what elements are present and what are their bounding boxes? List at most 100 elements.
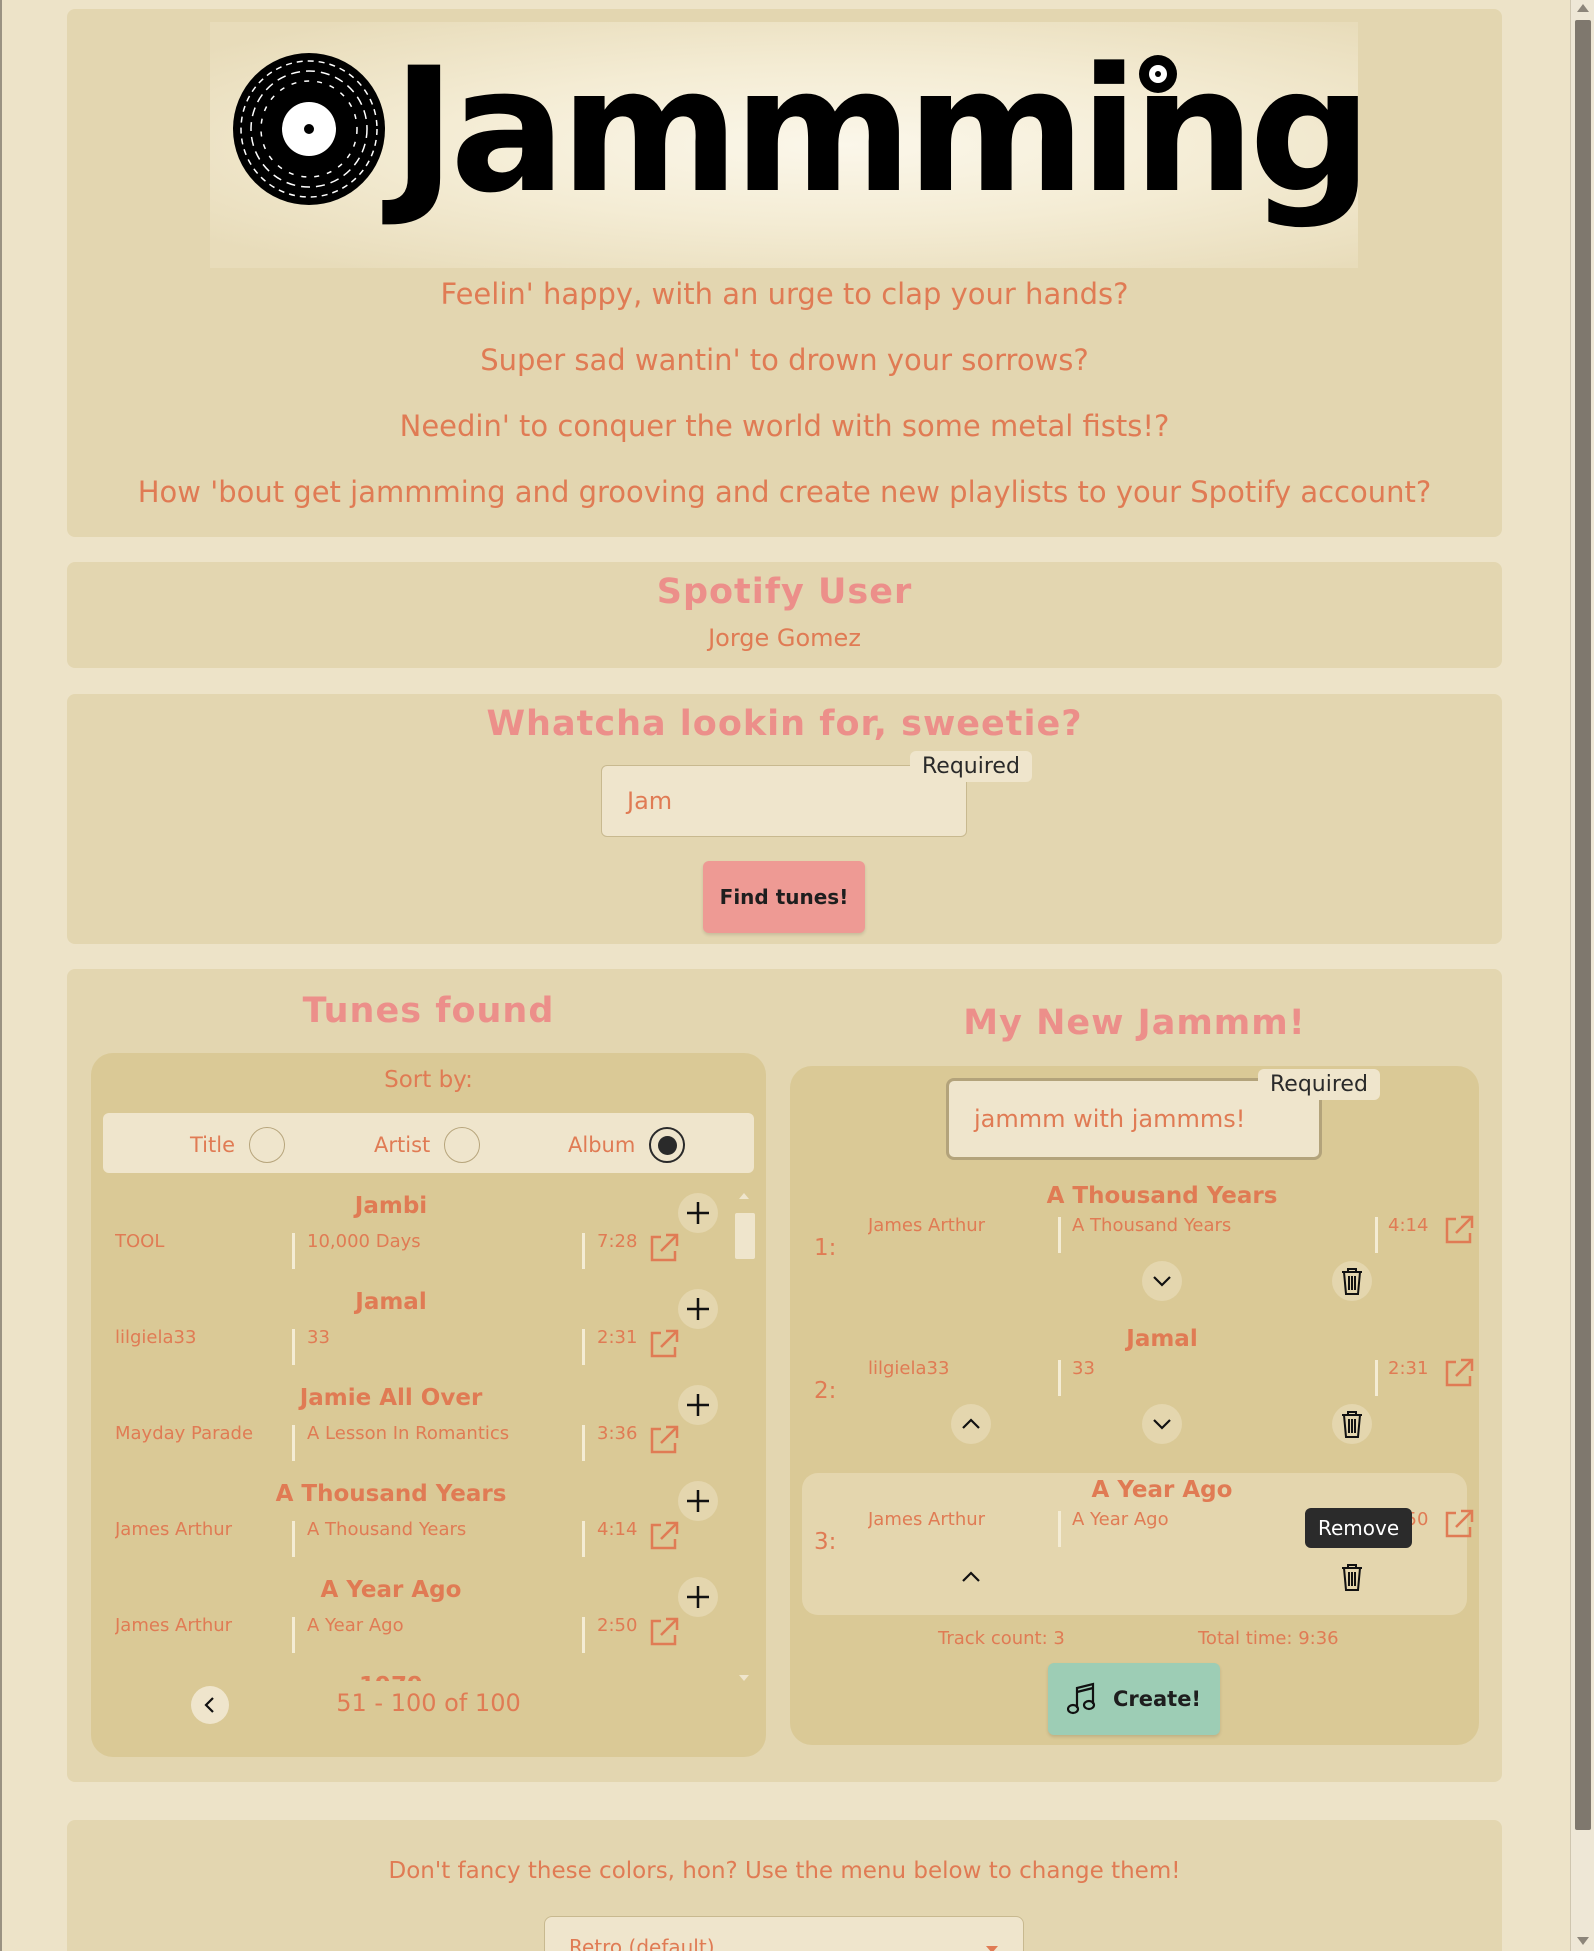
scroll-down-arrow-icon[interactable] (739, 1675, 749, 1681)
divider (582, 1521, 585, 1557)
create-button-label: Create! (1112, 1687, 1202, 1711)
chevron-down-icon (1153, 1419, 1171, 1430)
sort-album-radio[interactable] (649, 1127, 686, 1163)
track-number: 3: (814, 1529, 837, 1555)
user-heading: Spotify User (656, 572, 913, 612)
divider (292, 1521, 295, 1557)
result-track: Jamie All Over Mayday Parade A Lesson In… (91, 1385, 766, 1481)
playlist-track: 1: A Thousand Years James Arthur A Thous… (802, 1183, 1474, 1313)
track-count: Track count: 3 (938, 1628, 1065, 1649)
sort-option-title-label: Title (190, 1133, 236, 1157)
chevron-up-icon (962, 1418, 980, 1429)
sort-label: Sort by: (384, 1067, 473, 1093)
trash-icon (1342, 1564, 1362, 1591)
open-in-spotify-icon[interactable] (647, 1327, 681, 1361)
sort-option-album[interactable]: Album (568, 1127, 686, 1163)
track-title: A Thousand Years (1046, 1183, 1278, 1209)
tagline-2: Super sad wantin' to drown your sorrows? (480, 343, 1089, 377)
remove-track-button[interactable] (1332, 1557, 1372, 1597)
tagline-3: Needin' to conquer the world with some m… (399, 409, 1170, 443)
open-in-spotify-icon[interactable] (1442, 1507, 1476, 1541)
remove-track-button[interactable] (1332, 1404, 1372, 1444)
find-tunes-button[interactable]: Find tunes! (703, 861, 865, 933)
playlist-heading: My New Jammm! (963, 1003, 1306, 1043)
caret-down-icon (986, 1946, 998, 1951)
track-artist: James Arthur (868, 1509, 986, 1530)
playlist-track: 2: Jamal lilgiela33 33 2:31 (802, 1326, 1474, 1456)
divider (292, 1329, 295, 1365)
user-name: Jorge Gomez (708, 624, 861, 652)
search-heading: Whatcha lookin for, sweetie? (486, 704, 1083, 744)
theme-select[interactable]: Retro (default) (544, 1916, 1024, 1951)
sort-option-title[interactable]: Title (190, 1127, 286, 1163)
plus-icon (687, 1298, 709, 1320)
add-track-button[interactable] (678, 1193, 718, 1233)
open-in-spotify-icon[interactable] (647, 1519, 681, 1553)
chevron-down-icon (1153, 1276, 1171, 1287)
result-track: Jamal lilgiela33 33 2:31 (91, 1289, 766, 1385)
track-album: 10,000 Days (307, 1231, 421, 1252)
sort-title-radio[interactable] (249, 1127, 286, 1163)
sort-option-artist[interactable]: Artist (374, 1127, 481, 1163)
divider (1058, 1360, 1061, 1396)
tagline-4: How 'bout get jammming and grooving and … (137, 475, 1432, 509)
track-artist: TOOL (115, 1231, 165, 1252)
add-track-button[interactable] (678, 1481, 718, 1521)
add-track-button[interactable] (678, 1385, 718, 1425)
create-playlist-button[interactable]: Create! (1048, 1663, 1220, 1735)
results-scroll-thumb[interactable] (735, 1213, 755, 1259)
move-up-button[interactable] (951, 1557, 991, 1597)
result-track: A Year Ago James Arthur A Year Ago 2:50 (91, 1577, 766, 1673)
divider (292, 1233, 295, 1269)
open-in-spotify-icon[interactable] (647, 1423, 681, 1457)
move-down-button[interactable] (1142, 1261, 1182, 1301)
remove-track-button[interactable] (1332, 1261, 1372, 1301)
results-scrollbar[interactable] (734, 1193, 755, 1681)
playlist-required-badge: Required (1258, 1069, 1380, 1100)
track-artist: James Arthur (868, 1215, 986, 1236)
divider (1058, 1217, 1061, 1253)
move-down-button[interactable] (1142, 1404, 1182, 1444)
result-track: Jambi TOOL 10,000 Days 7:28 (91, 1193, 766, 1289)
pagination-label: 51 - 100 of 100 (336, 1689, 521, 1717)
move-up-button[interactable] (951, 1404, 991, 1444)
add-track-button[interactable] (678, 1289, 718, 1329)
track-artist: lilgiela33 (868, 1358, 950, 1379)
logo-banner: Jammming (210, 22, 1358, 268)
page-scroll-up-icon[interactable] (1577, 4, 1589, 12)
sort-artist-radio[interactable] (444, 1127, 481, 1163)
add-track-button[interactable] (678, 1577, 718, 1617)
track-artist: lilgiela33 (115, 1327, 197, 1348)
remove-tooltip: Remove (1305, 1508, 1413, 1548)
svg-text:Jammming: Jammming (382, 30, 1358, 231)
theme-select-value: Retro (default) (569, 1935, 715, 1951)
track-album: 33 (307, 1327, 330, 1348)
track-album: A Thousand Years (307, 1519, 467, 1540)
track-album: A Thousand Years (1072, 1215, 1232, 1236)
search-panel: Whatcha lookin for, sweetie? Jam Require… (67, 694, 1502, 944)
sort-options-bar: Title Artist Album (103, 1113, 754, 1173)
track-title: Jamal (1126, 1326, 1198, 1352)
track-duration: 2:50 (597, 1615, 637, 1636)
track-artist: Mayday Parade (115, 1423, 254, 1444)
sort-option-artist-label: Artist (374, 1133, 431, 1157)
results-list-panel: Sort by: Title Artist Album Jambi TOOL 1… (91, 1053, 766, 1757)
divider (1375, 1360, 1378, 1396)
divider (1375, 1217, 1378, 1253)
track-artist: James Arthur (115, 1519, 233, 1540)
track-artist: James Arthur (115, 1615, 233, 1636)
open-in-spotify-icon[interactable] (647, 1231, 681, 1265)
page-scrollbar[interactable] (1570, 0, 1594, 1951)
open-in-spotify-icon[interactable] (1442, 1213, 1476, 1247)
track-number: 2: (814, 1378, 837, 1404)
page-scroll-down-icon[interactable] (1577, 1937, 1589, 1945)
next-track-title-partial: 1979 (251, 1673, 531, 1681)
track-album: A Lesson In Romantics (307, 1423, 510, 1444)
track-duration: 3:36 (597, 1423, 637, 1444)
track-album: 33 (1072, 1358, 1095, 1379)
scroll-up-arrow-icon[interactable] (739, 1193, 749, 1199)
open-in-spotify-icon[interactable] (647, 1615, 681, 1649)
page-scroll-thumb[interactable] (1575, 20, 1591, 1830)
divider (582, 1233, 585, 1269)
open-in-spotify-icon[interactable] (1442, 1356, 1476, 1390)
